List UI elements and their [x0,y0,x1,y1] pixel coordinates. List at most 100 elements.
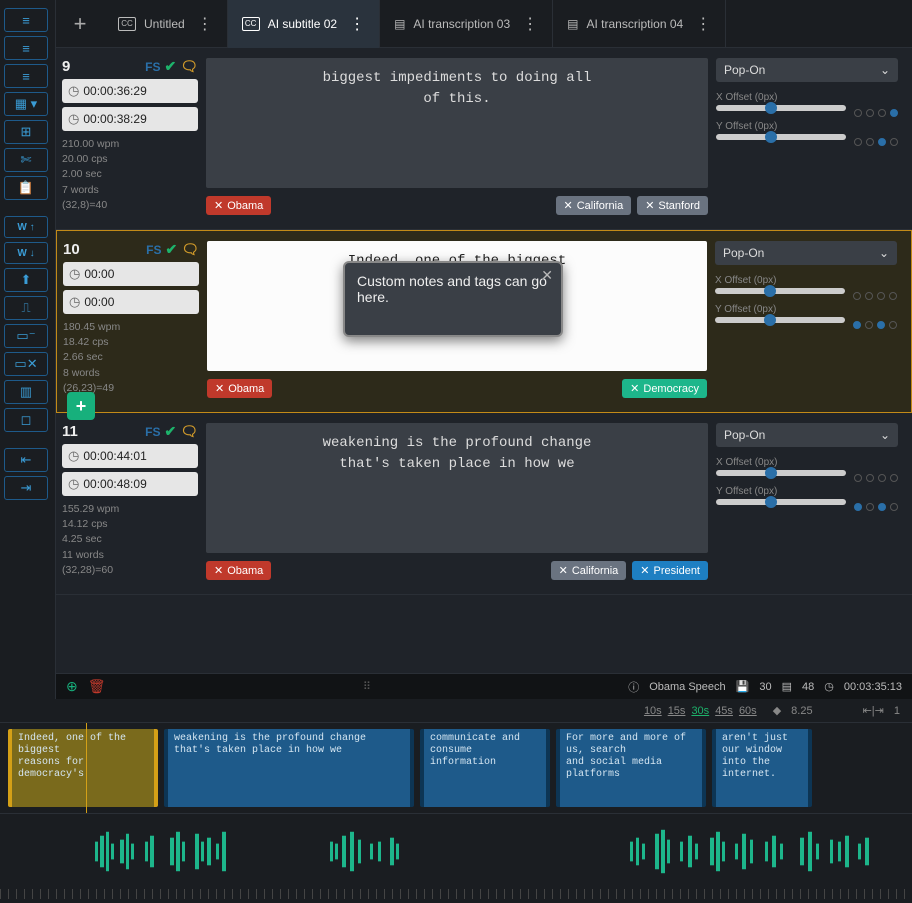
time-in-field[interactable]: ◷00:00:36:29 [62,79,198,103]
clipboard-icon[interactable]: 📋 [4,176,48,200]
zoom-option[interactable]: 15s [668,705,686,717]
timeline-clip[interactable]: Indeed, one of the biggestreasons for de… [8,729,158,807]
tab-menu-icon[interactable]: ⋮ [695,14,711,34]
tag[interactable]: ✕ California [551,561,627,580]
format-icon[interactable]: ⎍ [4,296,48,320]
upload-icon[interactable]: ⬆ [4,268,48,292]
tab-menu-icon[interactable]: ⋮ [522,14,538,34]
display-mode-select[interactable]: Pop-On⌄ [716,58,898,82]
align-dot[interactable] [854,474,862,482]
yoff-slider[interactable] [716,499,846,505]
align-dot[interactable] [878,474,886,482]
xoff-slider[interactable] [716,470,846,476]
timeline-clip[interactable]: communicate andconsume information [420,729,550,807]
align-dot[interactable] [890,138,898,146]
align-dot[interactable] [878,109,886,117]
align-dot[interactable] [865,321,873,329]
align-dot[interactable] [866,503,874,511]
skip-start-icon[interactable]: ⇤ [4,448,48,472]
tab-2[interactable]: ▤AI transcription 03⋮ [380,0,553,48]
tab-3[interactable]: ▤AI transcription 04⋮ [553,0,726,48]
subtitle-row[interactable]: 11FS✔🗨◷00:00:44:01◷00:00:48:09155.29 wpm… [56,413,912,595]
align-dot[interactable] [853,292,861,300]
align-dot[interactable] [866,138,874,146]
tab-1[interactable]: CCAI subtitle 02⋮ [228,0,380,48]
align-dot[interactable] [889,292,897,300]
zoom-option[interactable]: 45s [715,705,733,717]
rect-remove-icon[interactable]: ▭⁻ [4,324,48,348]
check-icon[interactable]: ✔ [165,241,177,258]
bars-icon[interactable]: ▥ [4,380,48,404]
subtitle-text[interactable]: biggest impediments to doing allof this. [206,58,708,188]
align-left-icon[interactable]: ≡ [4,8,48,32]
zoom-option[interactable]: 10s [644,705,662,717]
tag[interactable]: ✕ Obama [206,561,271,580]
align-dot[interactable] [866,109,874,117]
align-dot[interactable] [853,321,861,329]
align-dot[interactable] [854,138,862,146]
align-dot[interactable] [854,109,862,117]
time-in-field[interactable]: ◷00:00 [63,262,199,286]
add-tab-button[interactable]: + [56,0,104,48]
waveform[interactable] [0,813,912,889]
yoff-slider[interactable] [716,134,846,140]
note-icon[interactable]: 🗨 [181,241,199,258]
display-mode-select[interactable]: Pop-On⌄ [715,241,897,265]
tab-0[interactable]: CCUntitled⋮ [104,0,228,48]
timeline-track[interactable]: Indeed, one of the biggestreasons for de… [0,723,912,813]
tag[interactable]: ✕ Obama [206,196,271,215]
skip-end-icon[interactable]: ⇥ [4,476,48,500]
tag[interactable]: ✕ President [632,561,708,580]
time-in-field[interactable]: ◷00:00:44:01 [62,444,198,468]
insert-row-button[interactable]: + [67,392,95,420]
subtitle-row[interactable]: 9FS✔🗨◷00:00:36:29◷00:00:38:29210.00 wpm2… [56,48,912,230]
snap-icon[interactable]: ⇤|⇥ [863,704,884,717]
align-dot[interactable] [890,474,898,482]
tab-menu-icon[interactable]: ⋮ [197,14,213,34]
diamond-icon[interactable]: ◆ [773,704,781,717]
align-dot[interactable] [878,138,886,146]
timeline-clip[interactable]: aren't just our window into the internet… [712,729,812,807]
tag[interactable]: ✕ Stanford [637,196,708,215]
time-out-field[interactable]: ◷00:00:38:29 [62,107,198,131]
align-dot[interactable] [877,292,885,300]
note-popup[interactable]: Custom notes and tags can go here.✕ [343,261,563,337]
close-icon[interactable]: ✕ [541,267,553,284]
note-icon[interactable]: 🗨 [180,423,198,440]
yoff-slider[interactable] [715,317,845,323]
align-right-icon[interactable]: ≡ [4,64,48,88]
cut-icon[interactable]: ✄ [4,148,48,172]
tab-menu-icon[interactable]: ⋮ [349,14,365,34]
w-down-button[interactable]: W ↓ [4,242,48,264]
align-dot[interactable] [865,292,873,300]
align-dot[interactable] [890,503,898,511]
tag[interactable]: ✕ California [556,196,632,215]
box-icon[interactable]: ⊞ [4,120,48,144]
fs-badge[interactable]: FS [145,425,160,439]
tag[interactable]: ✕ Democracy [622,379,707,398]
time-out-field[interactable]: ◷00:00 [63,290,199,314]
check-icon[interactable]: ✔ [164,423,176,440]
square-icon[interactable]: ◻ [4,408,48,432]
zoom-option[interactable]: 60s [739,705,757,717]
subtitle-row[interactable]: 10FS✔🗨◷00:00◷00:00180.45 wpm18.42 cps2.6… [56,230,912,413]
add-row-icon[interactable]: ⊕ [66,678,78,695]
time-out-field[interactable]: ◷00:00:48:09 [62,472,198,496]
timeline-clip[interactable]: weakening is the profound changethat's t… [164,729,414,807]
tag[interactable]: ✕ Obama [207,379,272,398]
xoff-slider[interactable] [715,288,845,294]
check-icon[interactable]: ✔ [164,58,176,75]
xoff-slider[interactable] [716,105,846,111]
subtitle-text[interactable]: weakening is the profound changethat's t… [206,423,708,553]
delete-row-icon[interactable]: 🗑 [88,678,106,695]
fs-badge[interactable]: FS [146,243,161,257]
align-dot[interactable] [877,321,885,329]
rect-x-icon[interactable]: ▭✕ [4,352,48,376]
zoom-option[interactable]: 30s [691,705,709,717]
align-dot[interactable] [854,503,862,511]
fs-badge[interactable]: FS [145,60,160,74]
note-icon[interactable]: 🗨 [180,58,198,75]
align-dot[interactable] [866,474,874,482]
w-up-button[interactable]: W ↑ [4,216,48,238]
timeline-clip[interactable]: For more and more of us, searchand socia… [556,729,706,807]
